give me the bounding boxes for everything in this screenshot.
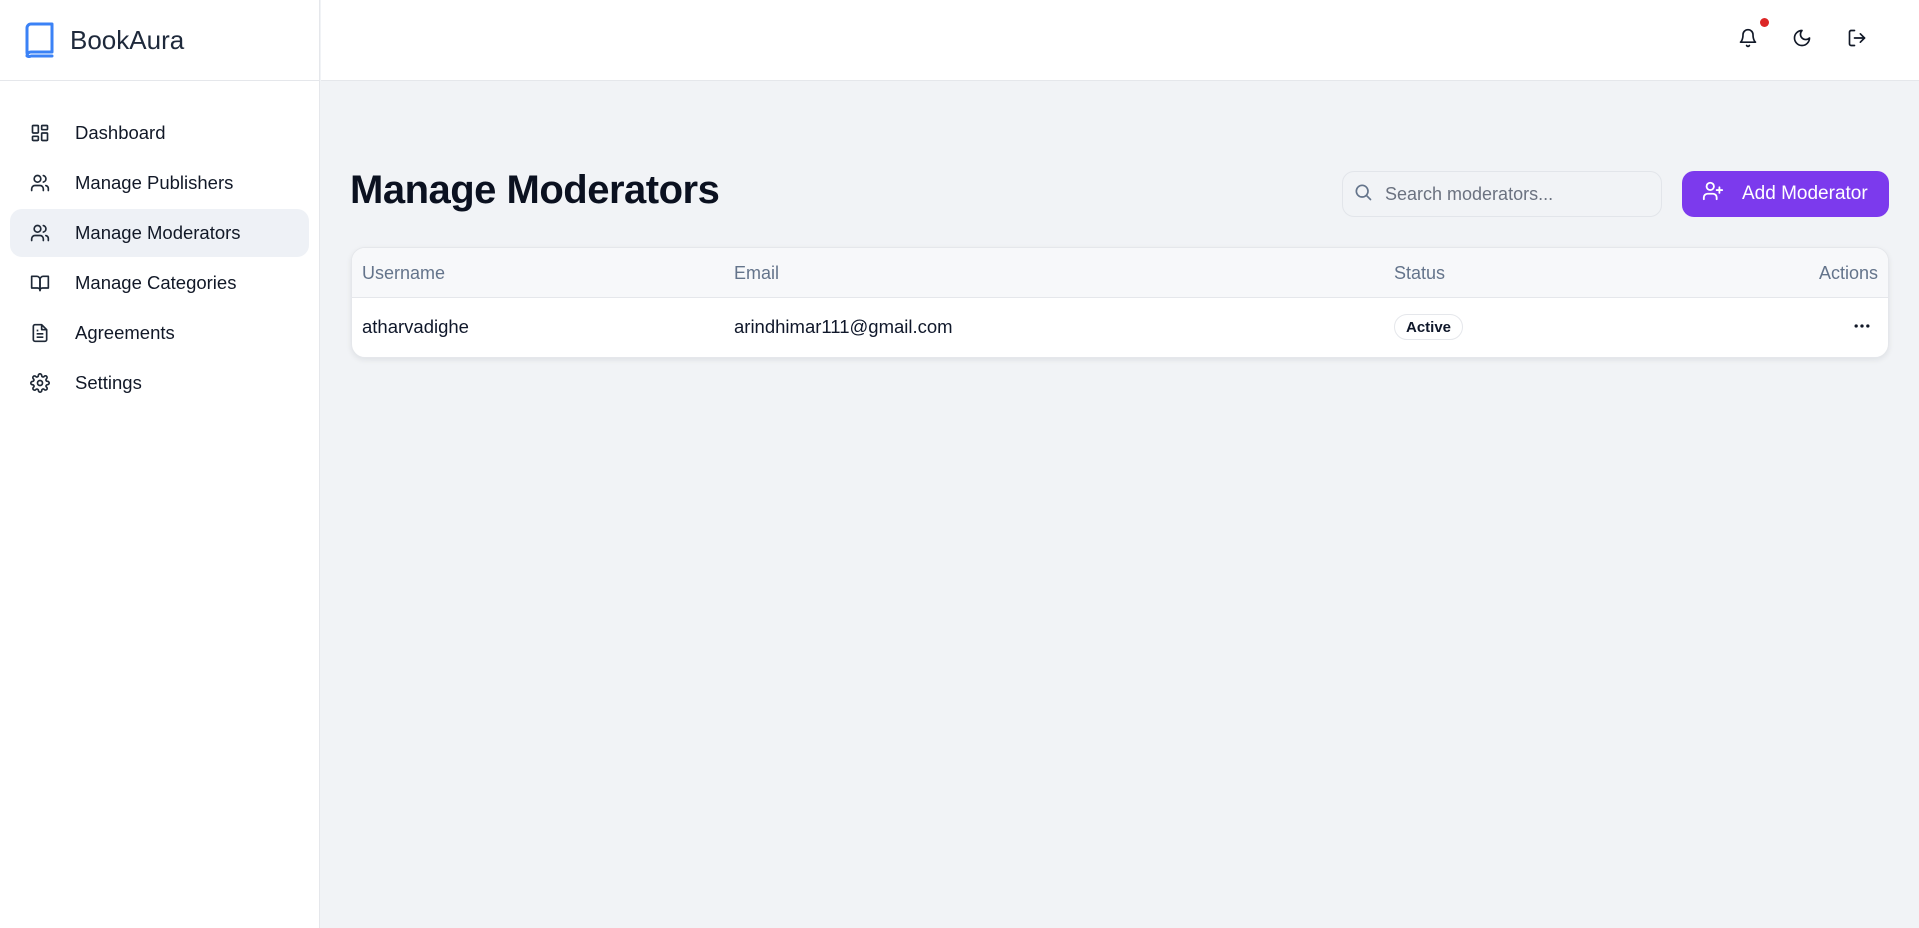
users-icon [30, 173, 50, 193]
sidebar-item-settings[interactable]: Settings [10, 359, 309, 407]
search-icon [1353, 182, 1373, 207]
table-header: Username Email Status Actions [352, 248, 1888, 298]
sidebar-item-label: Manage Categories [75, 272, 237, 293]
sidebar-item-dashboard[interactable]: Dashboard [10, 109, 309, 157]
page-title: Manage Moderators [350, 168, 720, 212]
bell-icon [1738, 28, 1758, 53]
sidebar-item-categories[interactable]: Manage Categories [10, 259, 309, 307]
logout-icon [1847, 28, 1867, 53]
search-box[interactable] [1342, 171, 1662, 217]
status-badge: Active [1394, 314, 1464, 340]
sidebar-item-label: Dashboard [75, 122, 166, 143]
username-cell: atharvadighe [362, 316, 469, 337]
sidebar-nav: Dashboard Manage Publishers Manage Moder… [0, 81, 319, 407]
notification-dot [1760, 18, 1769, 27]
book-icon [24, 22, 56, 58]
sidebar-item-label: Manage Publishers [75, 172, 234, 193]
sidebar: BookAura Dashboard Manage Publishers Man… [0, 0, 320, 928]
moon-icon [1792, 28, 1812, 53]
table-row[interactable]: atharvadighe arindhimar111@gmail.com Act… [352, 298, 1888, 357]
open-book-icon [30, 273, 50, 293]
email-cell: arindhimar111@gmail.com [734, 316, 953, 337]
search-input[interactable] [1385, 183, 1645, 205]
sidebar-item-publishers[interactable]: Manage Publishers [10, 159, 309, 207]
logout-button[interactable] [1839, 22, 1875, 58]
add-moderator-label: Add Moderator [1742, 183, 1868, 204]
topbar [321, 0, 1919, 81]
column-header-actions: Actions [1818, 263, 1878, 283]
column-header-email[interactable]: Email [734, 263, 779, 284]
sidebar-item-label: Settings [75, 372, 142, 393]
user-plus-icon [1702, 180, 1724, 208]
sidebar-item-label: Agreements [75, 322, 175, 343]
more-horizontal-icon [1852, 316, 1872, 341]
row-actions-button[interactable] [1848, 314, 1876, 342]
dashboard-icon [30, 123, 50, 143]
moderators-table: Username Email Status Actions atharvadig… [351, 247, 1889, 358]
gear-icon [30, 373, 50, 393]
document-icon [30, 323, 50, 343]
column-header-status[interactable]: Status [1394, 263, 1445, 284]
column-header-username[interactable]: Username [362, 263, 445, 284]
brand[interactable]: BookAura [0, 0, 319, 81]
add-moderator-button[interactable]: Add Moderator [1682, 171, 1889, 217]
sidebar-item-agreements[interactable]: Agreements [10, 309, 309, 357]
sidebar-item-moderators[interactable]: Manage Moderators [10, 209, 309, 257]
brand-name: BookAura [70, 24, 185, 55]
users-icon [30, 223, 50, 243]
notifications-button[interactable] [1730, 22, 1766, 58]
theme-toggle-button[interactable] [1784, 22, 1820, 58]
sidebar-item-label: Manage Moderators [75, 222, 241, 243]
